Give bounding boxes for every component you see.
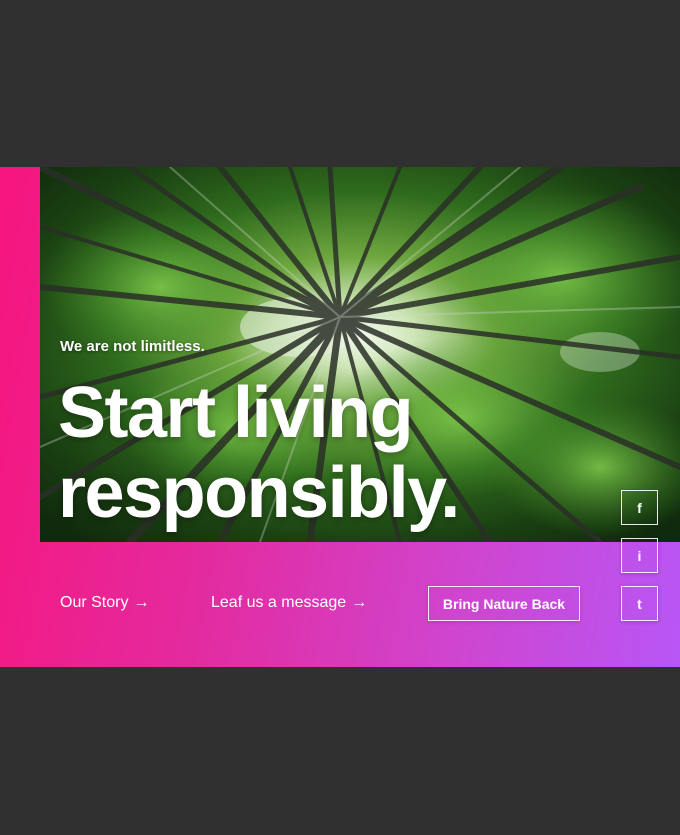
leave-message-link[interactable]: Leaf us a message → [211, 594, 367, 612]
hero-section: We are not limitless. Start living respo… [0, 167, 680, 667]
instagram-icon-button[interactable]: i [621, 538, 658, 573]
hero-headline-line-1: Start living [58, 373, 414, 453]
hero-headline-line-2: responsibly. [58, 453, 460, 533]
hero-tagline: We are not limitless. [60, 338, 205, 355]
twitter-icon-button[interactable]: t [621, 586, 658, 621]
arrow-right-icon: → [133, 594, 150, 611]
our-story-link[interactable]: Our Story → [60, 594, 149, 612]
bring-nature-back-button[interactable]: Bring Nature Back [428, 586, 580, 621]
leave-message-label: Leaf us a message [211, 594, 347, 611]
our-story-label: Our Story [60, 594, 129, 611]
arrow-right-icon: → [351, 594, 368, 611]
hero-headline: Start living responsibly. [58, 373, 460, 533]
facebook-icon-button[interactable]: f [621, 490, 658, 525]
